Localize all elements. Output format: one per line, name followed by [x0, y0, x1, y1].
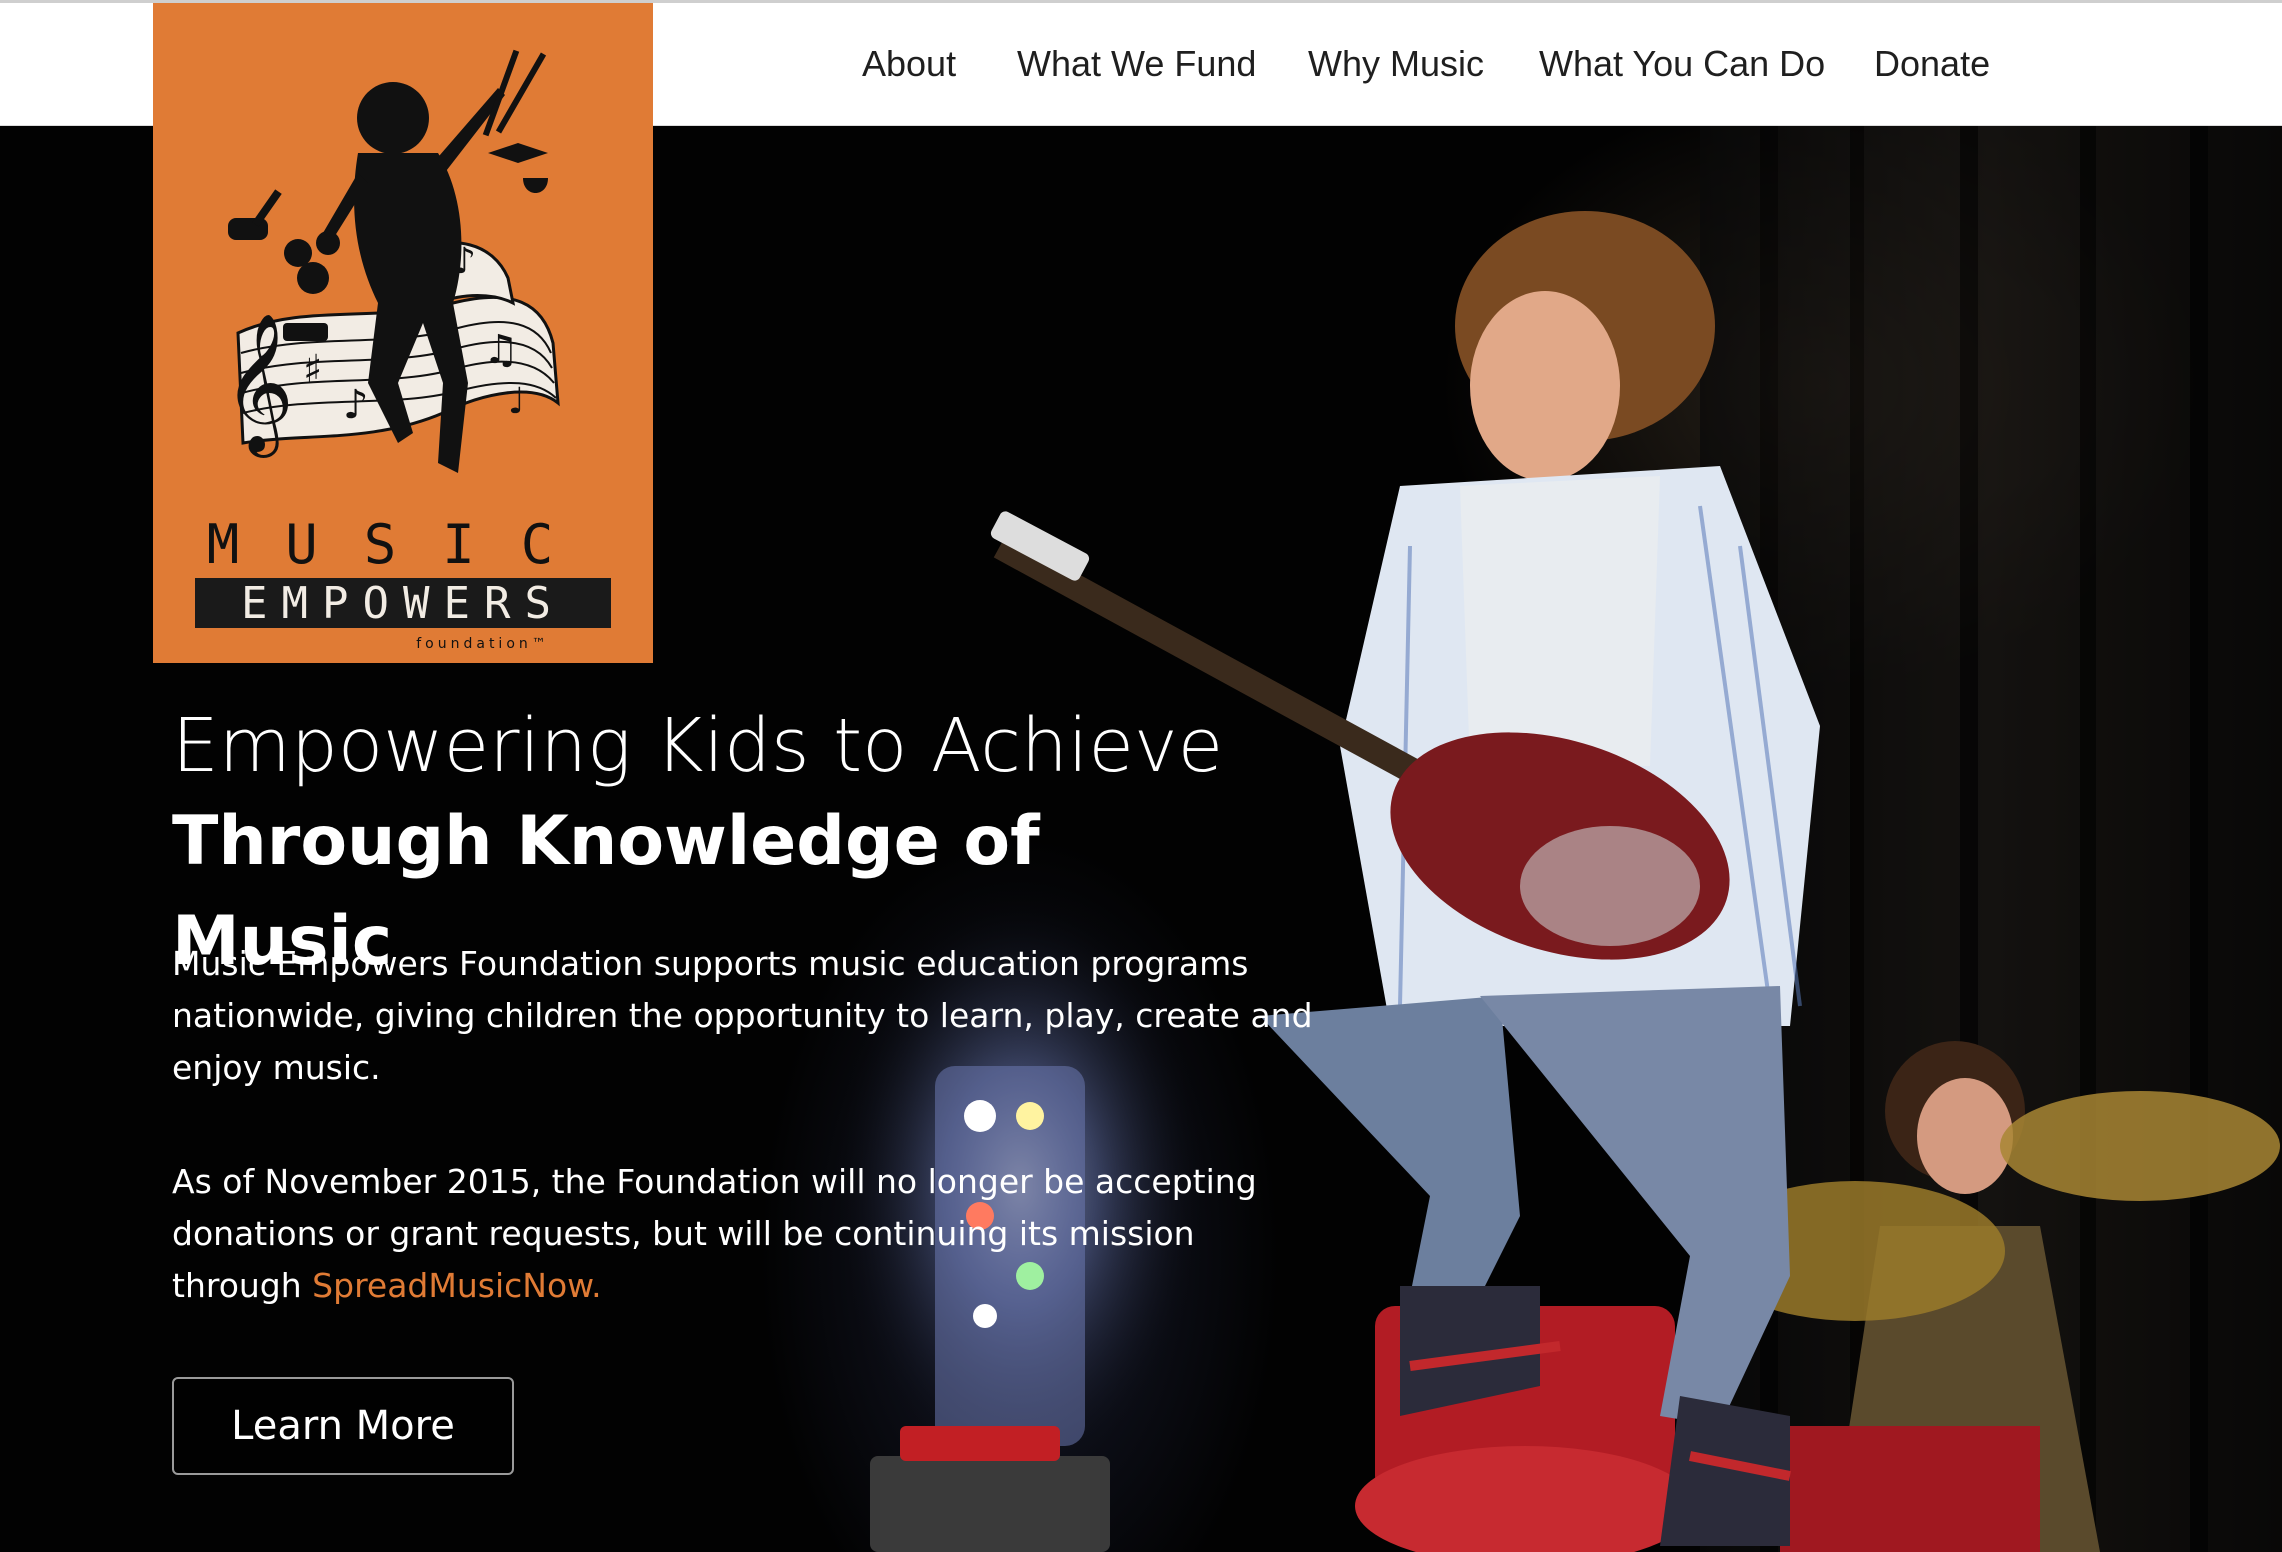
nav-item-what-you-can-do[interactable]: What You Can Do — [1539, 43, 1825, 85]
headline-light: Empowering Kids to Achieve — [172, 703, 1224, 789]
logo-wordmark-music: MUSIC — [207, 513, 600, 576]
svg-text:♫: ♫ — [483, 327, 519, 373]
spreadmusicnow-link[interactable]: SpreadMusicNow. — [312, 1266, 601, 1305]
logo-wordmark-empowers: EMPOWERS — [241, 578, 565, 629]
svg-text:♩: ♩ — [508, 381, 525, 422]
notice-paragraph: As of November 2015, the Foundation will… — [172, 1156, 1322, 1312]
nav-item-about[interactable]: About — [862, 43, 956, 85]
intro-paragraph: Music Empowers Foundation supports music… — [172, 944, 1313, 1087]
nav-item-donate[interactable]: Donate — [1874, 43, 1990, 85]
logo-wordmark-foundation: foundation™ — [416, 636, 550, 652]
nav-item-what-we-fund[interactable]: What We Fund — [1017, 43, 1256, 85]
music-empowers-logo[interactable]: 𝄞 ♯ ♪ ♫ ♩ ♪ MUSIC EMPOWERS foundation™ — [153, 3, 653, 663]
logo-artwork: 𝄞 ♯ ♪ ♫ ♩ ♪ MUSIC EMPOWERS foundation™ — [195, 49, 611, 652]
nav-item-why-music[interactable]: Why Music — [1308, 43, 1484, 85]
svg-text:♯: ♯ — [303, 347, 322, 393]
svg-text:♪: ♪ — [343, 382, 369, 428]
learn-more-button[interactable]: Learn More — [172, 1377, 514, 1475]
